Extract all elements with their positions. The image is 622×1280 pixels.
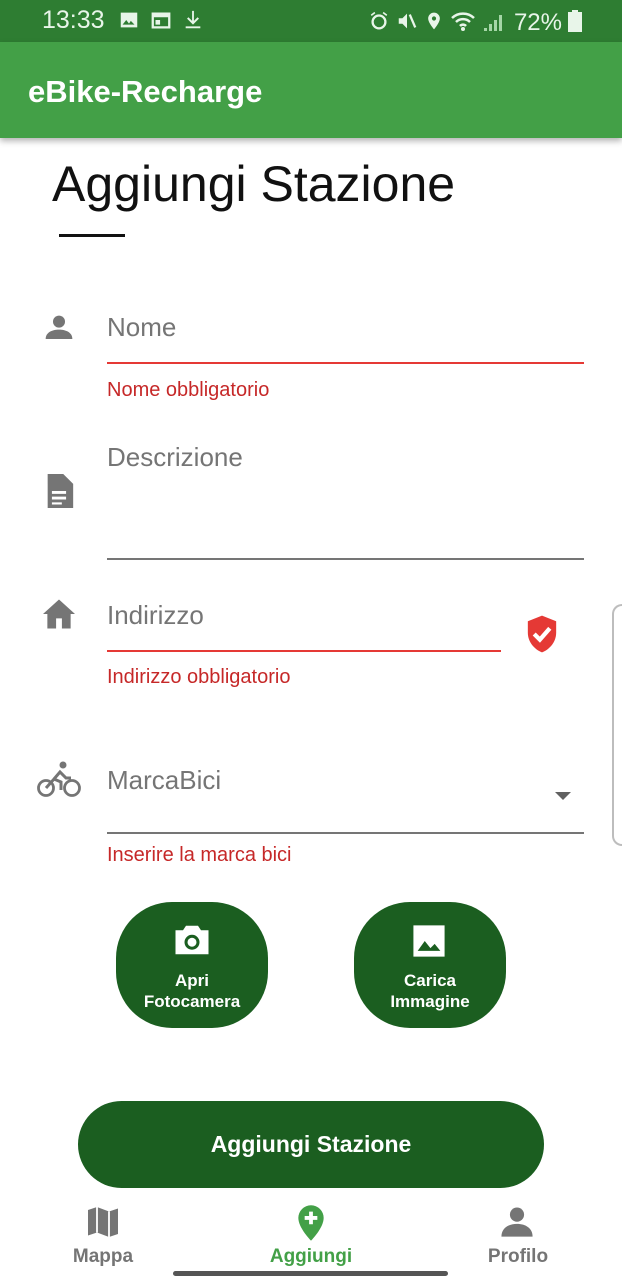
- image-icon: [412, 924, 446, 963]
- app-title: eBike-Recharge: [28, 74, 263, 109]
- camera-icon: [174, 924, 210, 961]
- descrizione-label: Descrizione: [107, 442, 243, 472]
- indirizzo-error: Indirizzo obbligatorio: [107, 666, 291, 688]
- mute-icon: [396, 10, 418, 37]
- alarm-icon: [368, 10, 390, 37]
- battery-percentage: 72%: [513, 9, 562, 36]
- descrizione-underline: [107, 558, 584, 560]
- nome-label: Nome: [107, 312, 177, 342]
- nav-label-aggiungi: Aggiungi: [269, 1246, 353, 1267]
- calendar-icon: [150, 9, 172, 36]
- home-indicator[interactable]: [173, 1271, 448, 1276]
- bike-icon: [37, 760, 81, 803]
- marca-bici-label: MarcaBici: [107, 765, 222, 795]
- open-camera-label: Apri Fotocamera: [143, 971, 241, 1011]
- home-icon: [41, 598, 77, 635]
- document-icon: [44, 474, 74, 513]
- indirizzo-underline: [107, 650, 501, 652]
- dropdown-arrow-icon[interactable]: [553, 789, 573, 807]
- person-icon: [43, 311, 75, 348]
- nav-label-profilo: Profilo: [487, 1246, 549, 1267]
- nome-error: Nome obbligatorio: [107, 379, 270, 401]
- nav-item-aggiungi[interactable]: Aggiungi: [241, 1196, 381, 1267]
- verified-shield-icon[interactable]: [525, 614, 559, 659]
- signal-icon: [482, 10, 504, 37]
- title-underline: [59, 234, 125, 237]
- upload-image-label: Carica Immagine: [390, 971, 470, 1011]
- marca-bici-dropdown[interactable]: MarcaBici: [107, 765, 584, 837]
- marca-bici-underline: [107, 832, 584, 834]
- download-icon: [182, 9, 204, 36]
- scroll-edge: [612, 604, 622, 846]
- page-title: Aggiungi Stazione: [52, 156, 456, 212]
- status-bar: 13:33 72%: [0, 0, 622, 42]
- app-bar: eBike-Recharge: [0, 42, 622, 138]
- image-icon: [118, 9, 140, 36]
- wifi-icon: [450, 10, 476, 37]
- location-icon: [424, 10, 444, 37]
- status-time: 13:33: [42, 6, 105, 34]
- descrizione-field[interactable]: Descrizione: [107, 442, 584, 562]
- nav-label-mappa: Mappa: [72, 1246, 134, 1267]
- indirizzo-field[interactable]: Indirizzo: [107, 600, 501, 654]
- battery-icon: [568, 9, 582, 37]
- marca-bici-error: Inserire la marca bici: [107, 844, 292, 866]
- nav-item-mappa[interactable]: Mappa: [33, 1196, 173, 1267]
- nav-item-profilo[interactable]: Profilo: [448, 1196, 588, 1267]
- map-icon: [85, 1204, 121, 1245]
- nome-underline: [107, 362, 584, 364]
- nome-field[interactable]: Nome: [107, 312, 584, 366]
- open-camera-button[interactable]: Apri Fotocamera: [116, 902, 268, 1028]
- add-location-icon: [295, 1204, 327, 1247]
- upload-image-button[interactable]: Carica Immagine: [354, 902, 506, 1028]
- add-station-button[interactable]: Aggiungi Stazione: [78, 1101, 544, 1188]
- bottom-navigation: Mappa Aggiungi Profilo: [0, 1196, 622, 1280]
- indirizzo-label: Indirizzo: [107, 600, 204, 630]
- person-icon: [500, 1204, 534, 1243]
